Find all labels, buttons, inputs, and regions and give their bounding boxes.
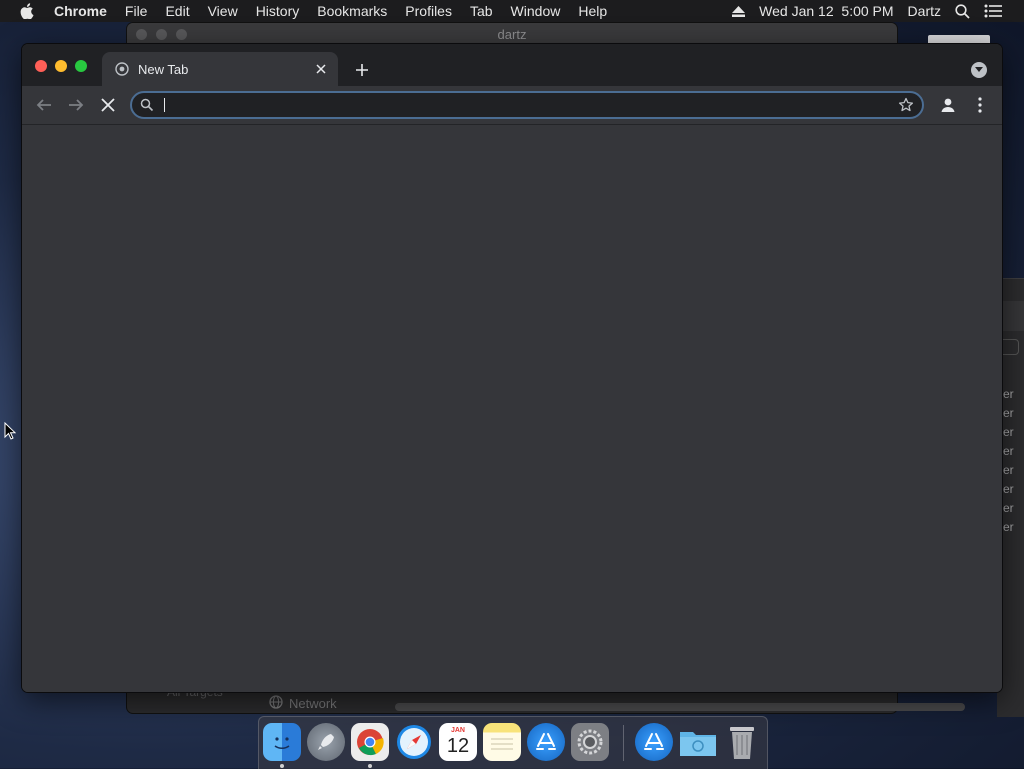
bg-tab-network-label: Network (289, 695, 337, 711)
menu-bar: Chrome File Edit View History Bookmarks … (0, 0, 1024, 22)
search-icon (140, 98, 154, 112)
menubar-user[interactable]: Dartz (908, 3, 941, 19)
right-fragment-row: er (1003, 463, 1014, 477)
window-close-button[interactable] (35, 60, 47, 72)
dock-system-preferences[interactable] (571, 723, 609, 761)
menu-edit[interactable]: Edit (165, 3, 189, 19)
menu-window[interactable]: Window (511, 3, 561, 19)
right-fragment-row: er (1003, 425, 1014, 439)
window-maximize-button[interactable] (75, 60, 87, 72)
forward-arrow-icon[interactable] (66, 95, 86, 115)
spotlight-icon[interactable] (955, 3, 970, 19)
chrome-favicon-icon (114, 61, 130, 77)
browser-toolbar (22, 86, 1002, 125)
menu-profiles[interactable]: Profiles (405, 3, 452, 19)
menu-history[interactable]: History (256, 3, 300, 19)
plus-icon[interactable] (352, 60, 372, 80)
window-minimize-button[interactable] (55, 60, 67, 72)
tab-new-tab[interactable]: New Tab (102, 52, 338, 86)
back-arrow-icon[interactable] (34, 95, 54, 115)
running-indicator (368, 764, 372, 768)
eject-icon[interactable] (732, 5, 746, 17)
right-fragment-row: er (1003, 444, 1014, 458)
menu-tab[interactable]: Tab (470, 3, 493, 19)
dock-finder[interactable] (263, 723, 301, 761)
running-indicator (280, 764, 284, 768)
tab-title: New Tab (138, 61, 189, 77)
right-fragment-row: er (1003, 406, 1014, 420)
menu-app-chrome[interactable]: Chrome (54, 3, 107, 19)
dock-safari[interactable] (395, 723, 433, 761)
address-input[interactable] (164, 95, 888, 117)
apple-icon[interactable] (20, 3, 36, 19)
dock-downloads-folder[interactable] (679, 723, 717, 761)
dock-launchpad[interactable] (307, 723, 345, 761)
calendar-month: JAN (450, 727, 465, 734)
dock-notes[interactable] (483, 723, 521, 761)
cursor-icon (4, 421, 17, 440)
dock-separator (623, 725, 624, 761)
background-horizontal-scrollbar[interactable] (395, 703, 965, 711)
address-bar[interactable] (130, 91, 924, 119)
dock: JAN 12 (258, 716, 768, 769)
right-fragment-row: er (1003, 387, 1014, 401)
page-viewport[interactable] (22, 125, 1002, 692)
dock-app-store[interactable] (527, 723, 565, 761)
profile-icon[interactable] (938, 95, 958, 115)
background-window-title: dartz (497, 27, 527, 42)
dock-trash[interactable] (723, 723, 761, 761)
bookmark-star-icon[interactable] (898, 97, 914, 113)
background-window-titlebar[interactable]: dartz (127, 23, 897, 45)
kebab-menu-icon[interactable] (972, 95, 988, 115)
tab-search-icon[interactable] (971, 62, 987, 78)
network-icon (269, 694, 283, 712)
calendar-day: 12 (446, 735, 470, 757)
notification-center-icon[interactable] (984, 4, 1002, 18)
right-fragment-row: er (1003, 501, 1014, 515)
close-icon[interactable] (312, 60, 330, 78)
menu-help[interactable]: Help (578, 3, 607, 19)
menu-bookmarks[interactable]: Bookmarks (317, 3, 387, 19)
dock-calendar[interactable]: JAN 12 (439, 723, 477, 761)
right-fragment-row: er (1003, 482, 1014, 496)
dock-app-store-downloads[interactable] (635, 723, 673, 761)
stop-icon[interactable] (98, 95, 118, 115)
menu-file[interactable]: File (125, 3, 148, 19)
dock-chrome[interactable] (351, 723, 389, 761)
menu-view[interactable]: View (208, 3, 238, 19)
bg-tab-network[interactable]: Network (255, 693, 389, 713)
chrome-window[interactable]: New Tab (22, 44, 1002, 692)
text-caret (164, 98, 165, 112)
menubar-clock[interactable]: Wed Jan 12 5:00 PM (759, 3, 893, 19)
right-fragment-row: er (1003, 520, 1014, 534)
tab-strip[interactable]: New Tab (22, 44, 1002, 86)
